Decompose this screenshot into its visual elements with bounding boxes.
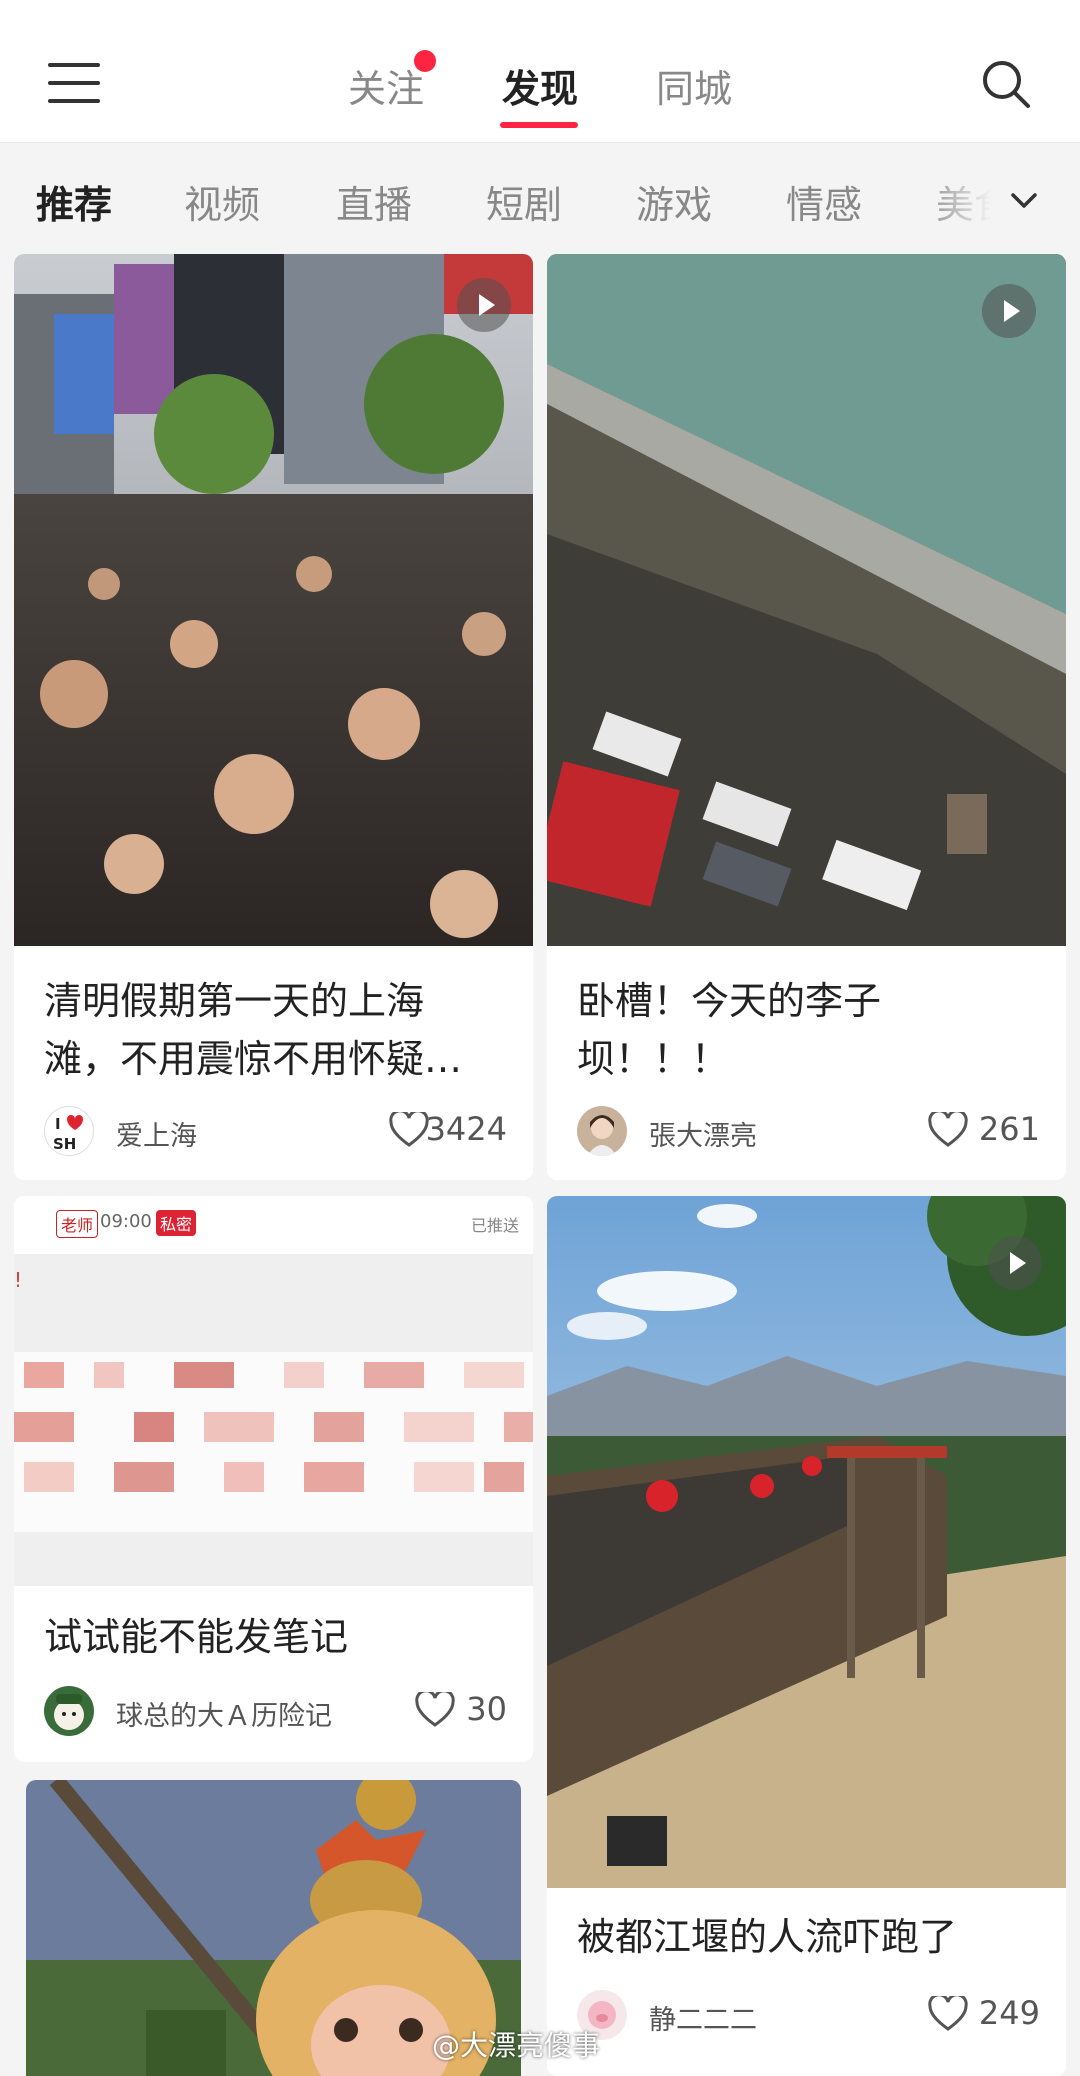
note-card[interactable]: 被都江堰的人流吓跑了 静二二二 249	[547, 1196, 1066, 2076]
category-tab[interactable]: 短剧	[486, 174, 562, 229]
screenshot-time: 09:00	[100, 1211, 152, 1232]
card-meta: 球总的大Ａ历险记 30	[44, 1686, 507, 1736]
card-thumbnail	[547, 254, 1066, 946]
menu-icon[interactable]	[48, 63, 100, 103]
card-title: 被都江堰的人流吓跑了	[577, 1908, 957, 1966]
crowd-photo	[14, 254, 533, 946]
card-title: 清明假期第一天的上海 滩，不用震惊不用怀疑…	[44, 972, 462, 1088]
category-fade	[920, 144, 1080, 252]
note-card[interactable]: 清明假期第一天的上海 滩，不用震惊不用怀疑… I SH 爱上海 3424	[14, 254, 533, 1180]
card-title-line: 卧槽！今天的李子	[577, 979, 882, 1023]
card-title: 试试能不能发笔记	[44, 1608, 348, 1666]
card-title: 卧槽！今天的李子 坝！！！	[577, 972, 881, 1088]
like-count: 261	[978, 1110, 1040, 1148]
chevron-down-icon[interactable]	[1010, 186, 1038, 214]
like-count: 3424	[425, 1110, 507, 1148]
card-thumbnail	[14, 254, 533, 946]
like-count: 30	[466, 1690, 507, 1728]
category-tab[interactable]: 情感	[786, 174, 862, 229]
card-title-line: 坝！！！	[577, 1037, 730, 1081]
notification-dot	[414, 50, 436, 72]
card-title-line: 被都江堰的人流吓跑了	[577, 1915, 958, 1959]
avatar[interactable]	[577, 1106, 627, 1156]
tab-local[interactable]: 同城	[656, 58, 732, 113]
heart-icon[interactable]	[389, 1112, 429, 1148]
author-name[interactable]: 張大漂亮	[649, 1114, 757, 1153]
note-card[interactable]: 老师 09:00 私密 已推送 ! 试试能不能发笔记 球总的大Ａ历险记 30	[14, 1196, 533, 1762]
play-icon	[982, 284, 1036, 338]
screenshot-mark: !	[14, 1268, 23, 1292]
screenshot-header: 老师 09:00 私密 已推送	[14, 1196, 533, 1254]
svg-text:I: I	[55, 1115, 61, 1133]
card-meta: I SH 爱上海 3424	[44, 1106, 507, 1156]
like-count: 249	[978, 1994, 1040, 2032]
card-title-line: 清明假期第一天的上海	[44, 979, 425, 1023]
avatar[interactable]: I SH	[44, 1106, 94, 1156]
avatar-photo	[587, 1115, 617, 1156]
top-navigation-bar: 关注 发现 同城	[0, 0, 1080, 143]
category-tab[interactable]: 游戏	[636, 174, 712, 229]
category-tab[interactable]: 视频	[184, 174, 260, 229]
card-meta: 静二二二 249	[577, 1990, 1040, 2040]
tab-discover[interactable]: 发现	[502, 58, 578, 113]
author-name[interactable]: 爱上海	[116, 1114, 197, 1153]
pixelated-censor-block	[14, 1352, 533, 1532]
svg-text:SH: SH	[53, 1135, 76, 1153]
screenshot-tag: 私密	[156, 1210, 197, 1236]
tab-follow[interactable]: 关注	[348, 58, 424, 113]
card-thumbnail: 老师 09:00 私密 已推送 !	[14, 1196, 533, 1586]
heart-icon[interactable]	[415, 1692, 455, 1728]
note-card[interactable]: 卧槽！今天的李子 坝！！！ 張大漂亮 261	[547, 254, 1066, 1180]
author-name[interactable]: 球总的大Ａ历险记	[116, 1694, 332, 1733]
card-meta: 張大漂亮 261	[577, 1106, 1040, 1156]
play-icon	[457, 278, 511, 332]
category-tabs: 推荐 视频 直播 短剧 游戏 情感 美食	[0, 144, 1080, 252]
author-name[interactable]: 静二二二	[649, 1998, 757, 2037]
search-icon[interactable]	[980, 58, 1032, 110]
i-love-sh-logo: I SH	[53, 1115, 83, 1153]
heart-icon[interactable]	[928, 1996, 968, 2032]
category-tab[interactable]: 直播	[336, 174, 412, 229]
card-title-line: 滩，不用震惊不用怀疑…	[44, 1037, 463, 1081]
play-icon	[988, 1236, 1042, 1290]
heart-icon[interactable]	[928, 1112, 968, 1148]
category-tab[interactable]: 推荐	[36, 174, 112, 229]
card-thumbnail	[547, 1196, 1066, 1888]
screenshot-status: 已推送	[470, 1216, 519, 1235]
active-tab-indicator	[500, 122, 578, 128]
avatar[interactable]	[44, 1686, 94, 1736]
avatar-cartoon	[54, 1694, 84, 1730]
card-title-line: 试试能不能发笔记	[44, 1615, 349, 1659]
bridge-crowd-photo	[547, 1196, 1066, 1888]
riverside-crowd-photo	[547, 254, 1066, 946]
watermark: @大漂亮傻事	[432, 2029, 601, 2062]
screenshot-tag: 老师	[56, 1210, 99, 1238]
